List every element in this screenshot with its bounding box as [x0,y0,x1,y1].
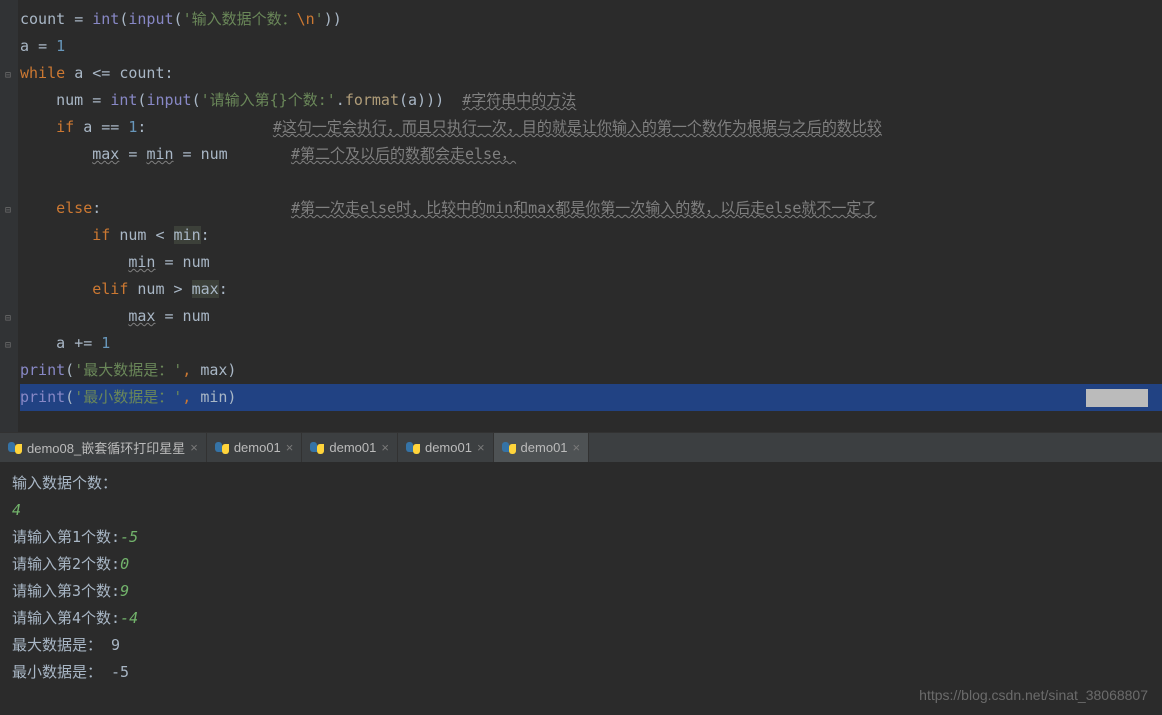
fold-icon[interactable]: ⊟ [2,332,14,344]
python-icon [406,441,420,455]
python-icon [502,441,516,455]
code-line[interactable]: min = num [20,249,1162,276]
tab-label: demo01 [234,440,281,455]
tab-label: demo01 [425,440,472,455]
code-line[interactable]: num = int(input('请输入第{}个数:'.format(a))) … [20,87,1162,114]
close-icon[interactable]: × [190,440,198,455]
code-line[interactable]: else: #第一次走else时，比较中的min和max都是你第一次输入的数，以… [20,195,1162,222]
code-line[interactable] [20,168,1162,195]
python-icon [8,441,22,455]
console-line: 输入数据个数： [12,470,1150,497]
close-icon[interactable]: × [477,440,485,455]
code-line[interactable]: if num < min: [20,222,1162,249]
python-icon [215,441,229,455]
code-line[interactable]: a += 1 [20,330,1162,357]
console-line: 请输入第1个数:-5 [12,524,1150,551]
console-line: 请输入第3个数:9 [12,578,1150,605]
console-line: 请输入第2个数:0 [12,551,1150,578]
close-icon[interactable]: × [573,440,581,455]
code-line[interactable]: max = min = num #第二个及以后的数都会走else， [20,141,1162,168]
tab-label: demo01 [521,440,568,455]
gutter: ⊟ ⊟ ⊟ ⊟ [0,0,18,432]
python-icon [310,441,324,455]
console-line: 最小数据是： -5 [12,659,1150,686]
tab-demo01[interactable]: demo01 × [398,433,494,462]
code-line[interactable]: elif num > max: [20,276,1162,303]
tab-demo08[interactable]: demo08_嵌套循环打印星星 × [0,433,207,462]
code-editor[interactable]: ⊟ ⊟ ⊟ ⊟ count = int(input('输入数据个数：\n')) … [0,0,1162,432]
code-line[interactable]: print('最大数据是：', max) [20,357,1162,384]
run-tabs-bar: demo08_嵌套循环打印星星 × demo01 × demo01 × demo… [0,432,1162,462]
code-line[interactable]: print('最小数据是：', min) [20,384,1162,411]
tab-label: demo01 [329,440,376,455]
cursor-block [1086,389,1148,407]
tab-demo01[interactable]: demo01 × [302,433,398,462]
tab-label: demo08_嵌套循环打印星星 [27,438,185,457]
console-line: 4 [12,497,1150,524]
code-line[interactable]: a = 1 [20,33,1162,60]
watermark: https://blog.csdn.net/sinat_38068807 [919,687,1148,703]
code-line[interactable]: while a <= count: [20,60,1162,87]
console-line: 最大数据是： 9 [12,632,1150,659]
fold-icon[interactable]: ⊟ [2,62,14,74]
fold-icon[interactable]: ⊟ [2,197,14,209]
close-icon[interactable]: × [286,440,294,455]
close-icon[interactable]: × [381,440,389,455]
code-line[interactable]: count = int(input('输入数据个数：\n')) [20,6,1162,33]
tab-demo01-active[interactable]: demo01 × [494,433,590,462]
tab-demo01[interactable]: demo01 × [207,433,303,462]
code-line[interactable]: if a == 1: #这句一定会执行，而且只执行一次，目的就是让你输入的第一个… [20,114,1162,141]
code-line[interactable]: max = num [20,303,1162,330]
console-output[interactable]: 输入数据个数： 4 请输入第1个数:-5 请输入第2个数:0 请输入第3个数:9… [0,462,1162,694]
console-line: 请输入第4个数:-4 [12,605,1150,632]
fold-icon[interactable]: ⊟ [2,305,14,317]
